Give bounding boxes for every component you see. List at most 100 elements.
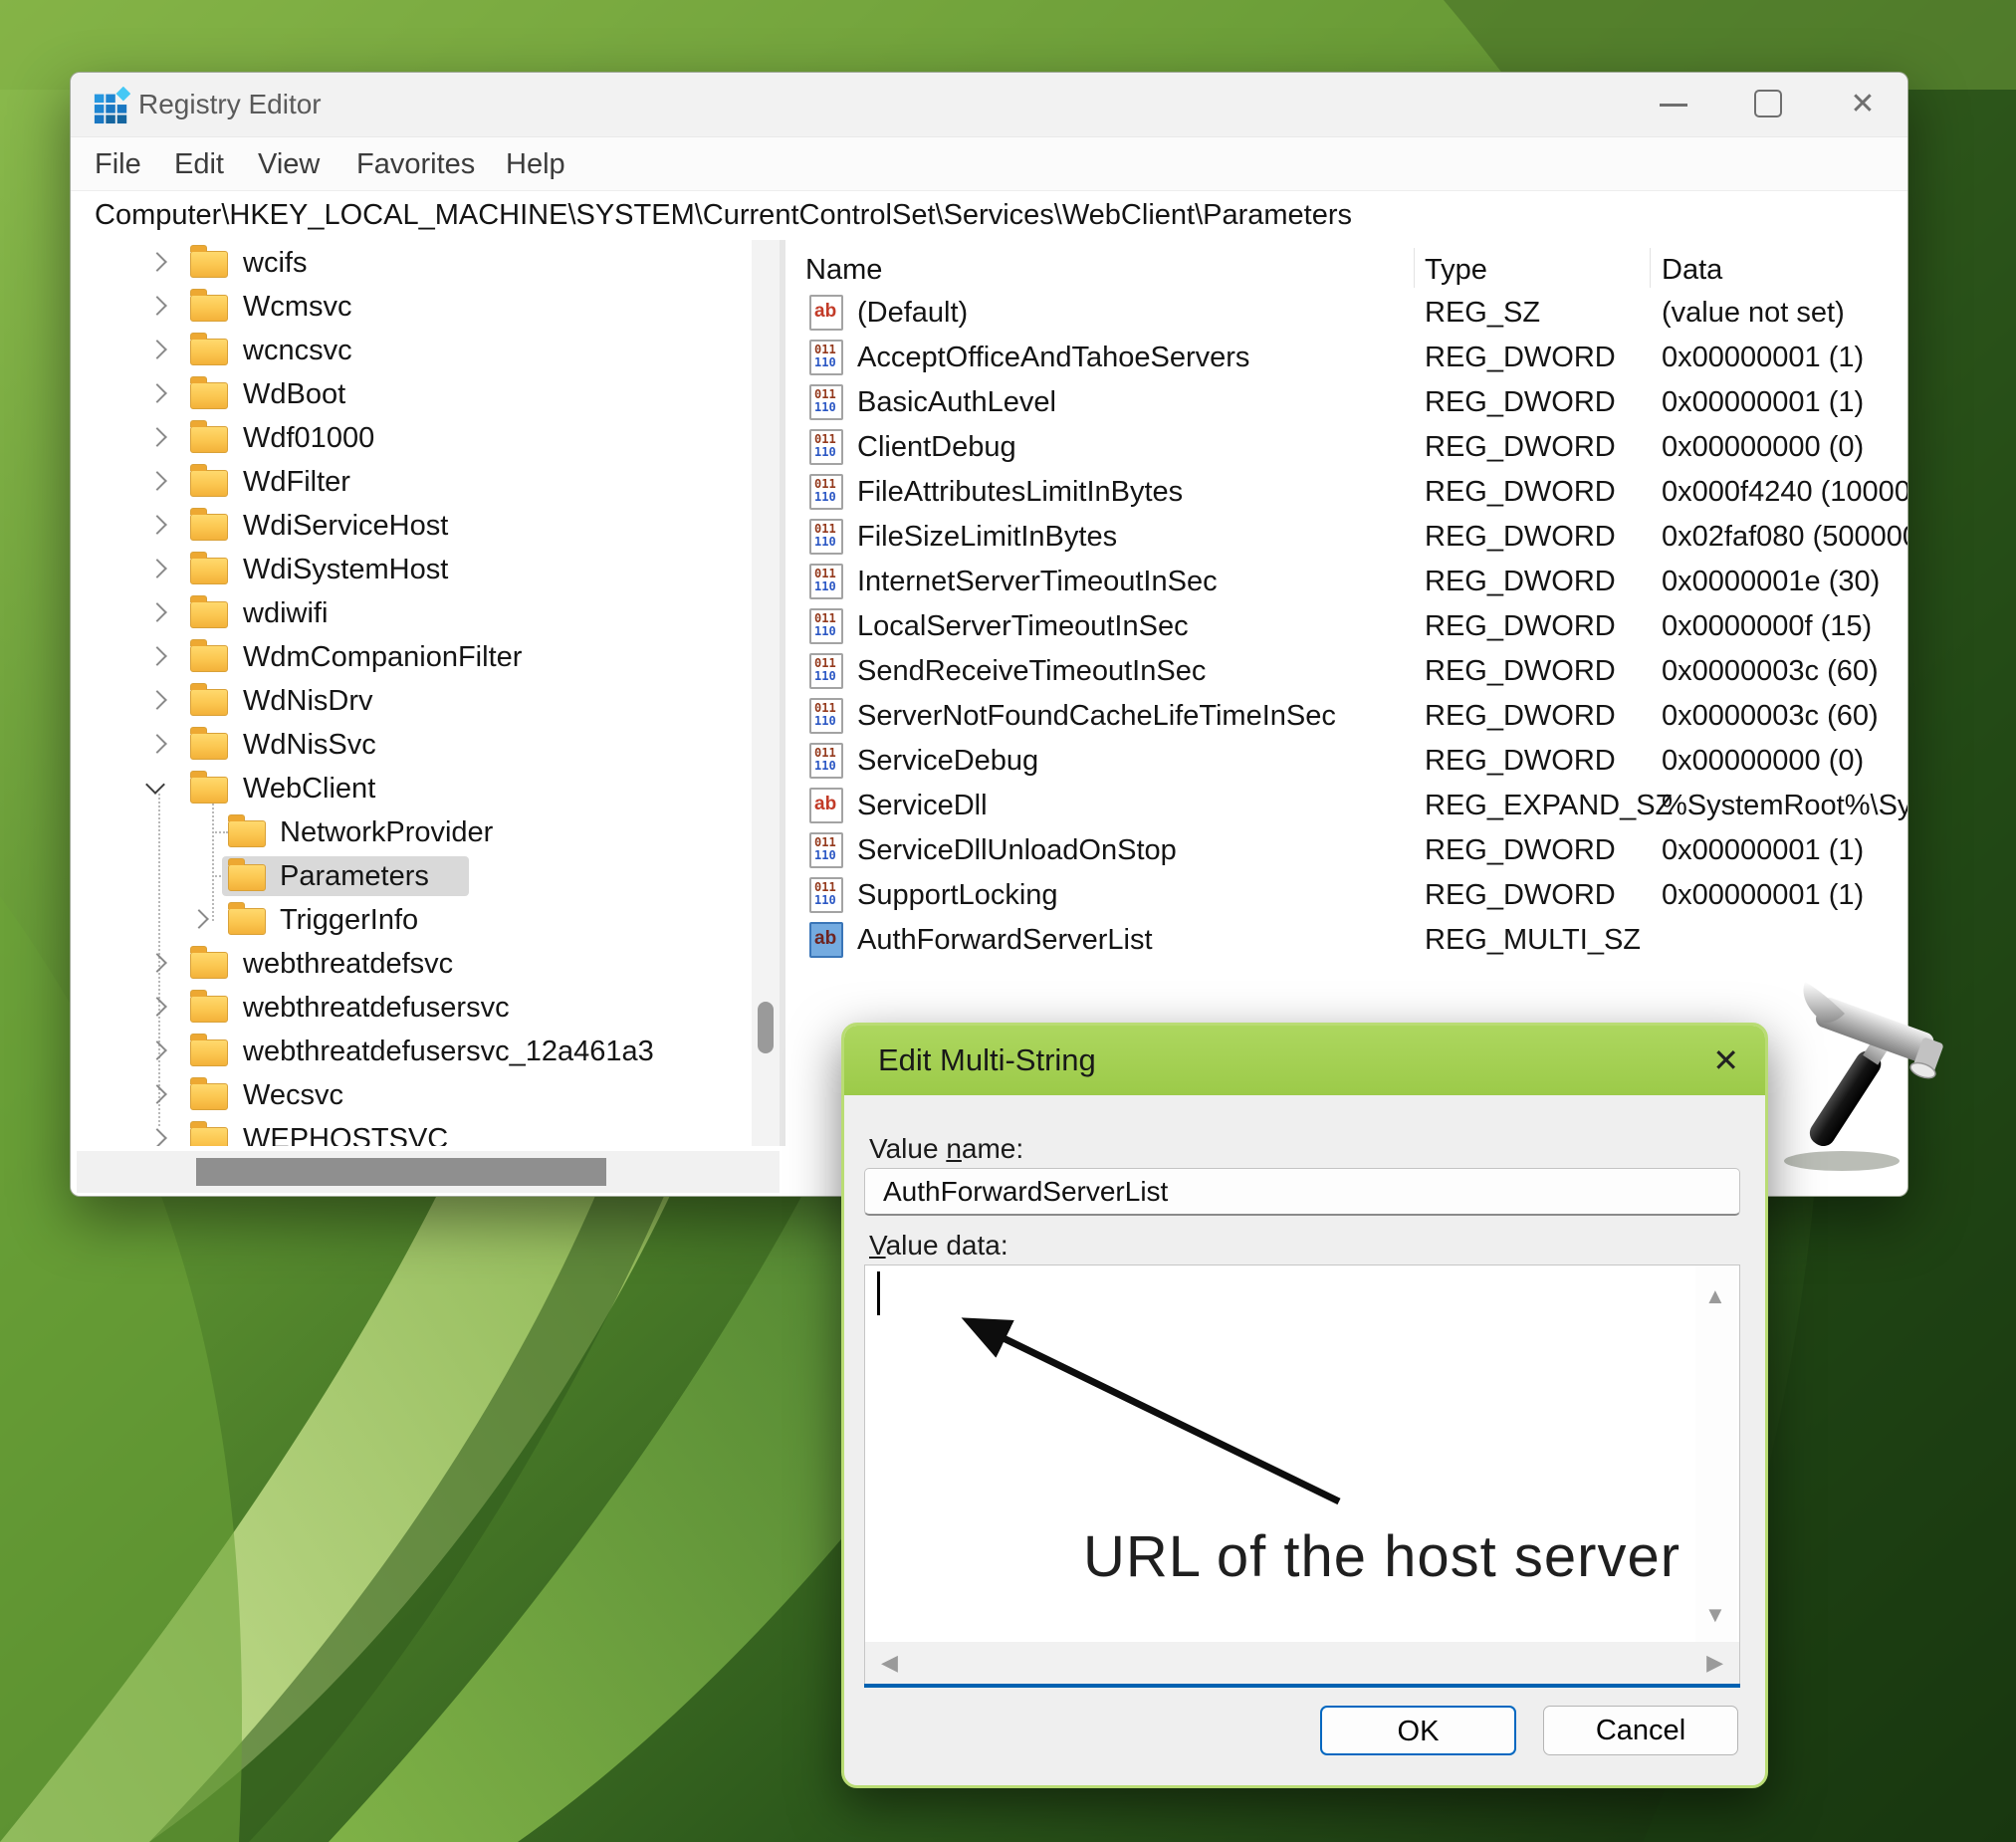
registry-values-pane: Name Type Data ab (Default) REG_SZ (valu… xyxy=(785,240,1907,1146)
column-header-type[interactable]: Type xyxy=(1425,250,1487,290)
tree-item-parameters-selected[interactable]: Parameters xyxy=(71,856,768,896)
column-header-data[interactable]: Data xyxy=(1662,250,1722,290)
menu-favorites[interactable]: Favorites xyxy=(356,137,475,191)
value-row-supportlocking[interactable]: 011110 SupportLocking REG_DWORD 0x000000… xyxy=(785,874,1907,916)
value-row-internetservertimeoutinsec[interactable]: 011110 InternetServerTimeoutInSec REG_DW… xyxy=(785,561,1907,602)
value-data-textarea[interactable]: ▲ ▼ ◀ ▶ xyxy=(864,1265,1740,1687)
scrollbar-thumb[interactable] xyxy=(196,1158,606,1186)
chevron-right-icon[interactable] xyxy=(147,1040,167,1060)
title-bar[interactable]: Registry Editor ✕ xyxy=(71,73,1907,136)
folder-icon xyxy=(190,601,228,628)
value-data-label: Value data: xyxy=(869,1230,1008,1262)
value-name-label: Value name: xyxy=(869,1133,1023,1165)
tree-item-wcncsvc[interactable]: wcncsvc xyxy=(71,331,768,370)
tree-item-wdnissvc[interactable]: WdNisSvc xyxy=(71,725,768,765)
tree-item-webthreatdefsvc[interactable]: webthreatdefsvc xyxy=(71,944,768,984)
tree-vertical-scrollbar[interactable] xyxy=(752,240,780,1146)
dialog-close-icon[interactable]: ✕ xyxy=(1712,1026,1739,1095)
chevron-right-icon[interactable] xyxy=(147,383,167,403)
chevron-right-icon[interactable] xyxy=(147,734,167,754)
chevron-right-icon[interactable] xyxy=(147,1084,167,1104)
chevron-right-icon[interactable] xyxy=(147,690,167,710)
value-row-clientdebug[interactable]: 011110 ClientDebug REG_DWORD 0x00000000 … xyxy=(785,426,1907,468)
scroll-up-icon[interactable]: ▲ xyxy=(1704,1283,1726,1309)
value-row-servicedebug[interactable]: 011110 ServiceDebug REG_DWORD 0x00000000… xyxy=(785,740,1907,782)
value-row-servicedllunloadonstop[interactable]: 011110 ServiceDllUnloadOnStop REG_DWORD … xyxy=(785,829,1907,871)
value-row-acceptofficeandtahoeservers[interactable]: 011110 AcceptOfficeAndTahoeServers REG_D… xyxy=(785,337,1907,378)
tree-item-label: webthreatdefusersvc xyxy=(243,988,510,1028)
tree-item-wdf01000[interactable]: Wdf01000 xyxy=(71,418,768,458)
tree-item-label: WdmCompanionFilter xyxy=(243,637,522,677)
tree-item-wephostsvc[interactable]: WEPHOSTSVC xyxy=(71,1119,768,1146)
column-separator[interactable] xyxy=(1650,248,1651,288)
chevron-right-icon[interactable] xyxy=(147,646,167,666)
chevron-down-icon[interactable] xyxy=(145,775,165,795)
dialog-title-bar[interactable]: Edit Multi-String ✕ xyxy=(844,1026,1765,1095)
folder-icon xyxy=(190,558,228,584)
tree-item-wdnisdrv[interactable]: WdNisDrv xyxy=(71,681,768,721)
tree-item-networkprovider[interactable]: NetworkProvider xyxy=(71,812,768,852)
tree-item-wecsvc[interactable]: Wecsvc xyxy=(71,1075,768,1115)
value-row-basicauthlevel[interactable]: 011110 BasicAuthLevel REG_DWORD 0x000000… xyxy=(785,381,1907,423)
chevron-right-icon[interactable] xyxy=(147,602,167,622)
tree-item-label: Wecsvc xyxy=(243,1075,343,1115)
tree-item-wdfilter[interactable]: WdFilter xyxy=(71,462,768,502)
value-row-sendreceivetimeoutinsec[interactable]: 011110 SendReceiveTimeoutInSec REG_DWORD… xyxy=(785,650,1907,692)
menu-bar: File Edit View Favorites Help xyxy=(71,136,1907,191)
focus-accent-line xyxy=(864,1684,1740,1688)
value-row-localservertimeoutinsec[interactable]: 011110 LocalServerTimeoutInSec REG_DWORD… xyxy=(785,605,1907,647)
scroll-right-icon[interactable]: ▶ xyxy=(1706,1650,1723,1676)
tree-item-wcifs[interactable]: wcifs xyxy=(71,243,768,283)
minimize-button[interactable] xyxy=(1629,73,1718,136)
value-name-field[interactable]: AuthForwardServerList xyxy=(864,1168,1740,1216)
chevron-right-icon[interactable] xyxy=(147,515,167,535)
chevron-right-icon[interactable] xyxy=(147,559,167,578)
column-header-name[interactable]: Name xyxy=(805,250,882,290)
tree-item-wcmsvc[interactable]: Wcmsvc xyxy=(71,287,768,327)
value-row-authforwardserverlist-selected[interactable]: ab AuthForwardServerList REG_MULTI_SZ xyxy=(785,919,1907,961)
chevron-right-icon[interactable] xyxy=(147,427,167,447)
tree-item-triggerinfo[interactable]: TriggerInfo xyxy=(71,900,768,940)
tree-item-wdisystemhost[interactable]: WdiSystemHost xyxy=(71,550,768,589)
value-row-default[interactable]: ab (Default) REG_SZ (value not set) xyxy=(785,292,1907,334)
chevron-right-icon[interactable] xyxy=(147,340,167,359)
address-bar[interactable]: Computer\HKEY_LOCAL_MACHINE\SYSTEM\Curre… xyxy=(71,190,1907,242)
chevron-right-icon[interactable] xyxy=(147,296,167,316)
tree-item-webthreatdefusersvc[interactable]: webthreatdefusersvc xyxy=(71,988,768,1028)
folder-icon xyxy=(190,514,228,541)
column-separator[interactable] xyxy=(1414,248,1415,288)
tree-item-webthreatdefusersvc-12a461a3[interactable]: webthreatdefusersvc_12a461a3 xyxy=(71,1032,768,1071)
scroll-down-icon[interactable]: ▼ xyxy=(1704,1602,1726,1628)
reg-dword-icon: 011110 xyxy=(809,564,843,599)
tree-item-wdiservicehost[interactable]: WdiServiceHost xyxy=(71,506,768,546)
chevron-right-icon[interactable] xyxy=(189,909,209,929)
close-button[interactable]: ✕ xyxy=(1818,73,1907,136)
tree-item-label: WdiServiceHost xyxy=(243,506,448,546)
maximize-button[interactable] xyxy=(1723,73,1813,136)
folder-icon xyxy=(190,470,228,497)
menu-file[interactable]: File xyxy=(95,137,141,191)
tree-item-webclient[interactable]: WebClient xyxy=(71,769,768,808)
horizontal-scrollbar[interactable]: ◀ ▶ xyxy=(865,1642,1739,1684)
tree-item-wdboot[interactable]: WdBoot xyxy=(71,374,768,414)
scroll-left-icon[interactable]: ◀ xyxy=(881,1650,898,1676)
ok-button[interactable]: OK xyxy=(1320,1706,1516,1755)
chevron-right-icon[interactable] xyxy=(147,953,167,973)
cancel-button[interactable]: Cancel xyxy=(1543,1706,1738,1755)
chevron-right-icon[interactable] xyxy=(147,997,167,1017)
tree-item-wdiwifi[interactable]: wdiwifi xyxy=(71,593,768,633)
chevron-right-icon[interactable] xyxy=(147,471,167,491)
scrollbar-thumb[interactable] xyxy=(758,1002,774,1053)
value-row-filesizelimitinbytes[interactable]: 011110 FileSizeLimitInBytes REG_DWORD 0x… xyxy=(785,516,1907,558)
menu-edit[interactable]: Edit xyxy=(174,137,224,191)
chevron-right-icon[interactable] xyxy=(147,1128,167,1146)
menu-view[interactable]: View xyxy=(258,137,320,191)
value-row-fileattributeslimitinbytes[interactable]: 011110 FileAttributesLimitInBytes REG_DW… xyxy=(785,471,1907,513)
menu-help[interactable]: Help xyxy=(506,137,565,191)
value-row-servicedll[interactable]: ab ServiceDll REG_EXPAND_SZ %SystemRoot%… xyxy=(785,785,1907,826)
chevron-right-icon[interactable] xyxy=(147,252,167,272)
folder-icon xyxy=(190,1039,228,1066)
tree-horizontal-scrollbar[interactable] xyxy=(77,1151,780,1193)
tree-item-wdmcompanionfilter[interactable]: WdmCompanionFilter xyxy=(71,637,768,677)
value-row-servernotfoundcachelifetimeinsec[interactable]: 011110 ServerNotFoundCacheLifeTimeInSec … xyxy=(785,695,1907,737)
